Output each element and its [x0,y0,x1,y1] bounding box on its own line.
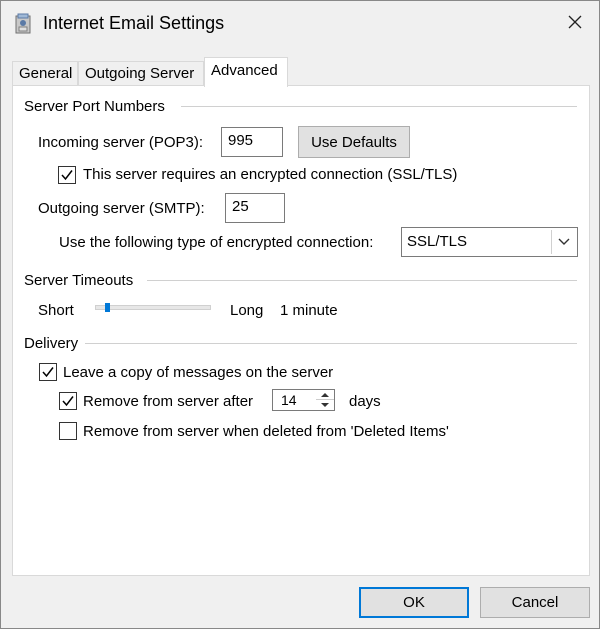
dialog-window: Internet Email Settings General Outgoing… [0,0,600,629]
outgoing-server-label: Outgoing server (SMTP): [38,200,205,217]
ssl-required-label: This server requires an encrypted connec… [83,166,458,183]
checkmark-icon [42,367,54,378]
divider [85,343,577,344]
remove-after-label: Remove from server after [83,393,254,410]
remove-after-days-stepper[interactable]: 14 [272,389,335,411]
use-defaults-button[interactable]: Use Defaults [298,126,410,158]
leave-copy-checkbox[interactable] [39,363,57,381]
timeout-value-label: 1 minute [280,302,338,319]
ssl-required-checkbox[interactable] [58,166,76,184]
window-title: Internet Email Settings [43,13,225,33]
stepper-down-button[interactable] [316,400,334,410]
triangle-down-icon [321,403,329,407]
incoming-server-label: Incoming server (POP3): [38,134,204,151]
chevron-down-icon [551,230,575,254]
triangle-up-icon [321,392,329,397]
ok-button[interactable]: OK [359,587,469,618]
incoming-port-input[interactable]: 995 [221,127,283,157]
cancel-button[interactable]: Cancel [480,587,590,618]
leave-copy-label: Leave a copy of messages on the server [63,364,334,381]
tab-advanced[interactable]: Advanced [204,57,288,87]
checkmark-icon [61,170,73,181]
outlook-settings-icon [12,12,36,36]
remove-after-checkbox[interactable] [59,392,77,410]
section-server-timeouts-title: Server Timeouts [24,272,134,289]
days-label: days [349,393,381,410]
tab-general[interactable]: General [12,61,78,86]
close-button[interactable] [553,7,597,41]
close-icon [567,14,583,34]
stepper-up-button[interactable] [316,390,334,400]
checkmark-icon [62,396,74,407]
encryption-type-value: SSL/TLS [407,233,468,250]
advanced-panel: Server Port Numbers Incoming server (POP… [12,85,590,576]
encryption-type-select[interactable]: SSL/TLS [401,227,578,257]
outgoing-port-input[interactable]: 25 [225,193,285,223]
divider [147,280,577,281]
timeout-slider-thumb[interactable] [105,303,110,312]
encryption-type-label: Use the following type of encrypted conn… [59,234,374,251]
remove-when-deleted-label: Remove from server when deleted from 'De… [83,423,449,440]
timeout-slider-track[interactable] [95,305,211,310]
divider [181,106,577,107]
title-bar: Internet Email Settings [1,1,599,47]
timeout-short-label: Short [38,302,74,319]
remove-when-deleted-checkbox[interactable] [59,422,77,440]
tab-outgoing-server[interactable]: Outgoing Server [78,61,204,86]
remove-after-days-value: 14 [281,392,297,408]
section-delivery-title: Delivery [24,335,79,352]
section-server-ports-title: Server Port Numbers [24,98,165,115]
timeout-long-label: Long [230,302,264,319]
